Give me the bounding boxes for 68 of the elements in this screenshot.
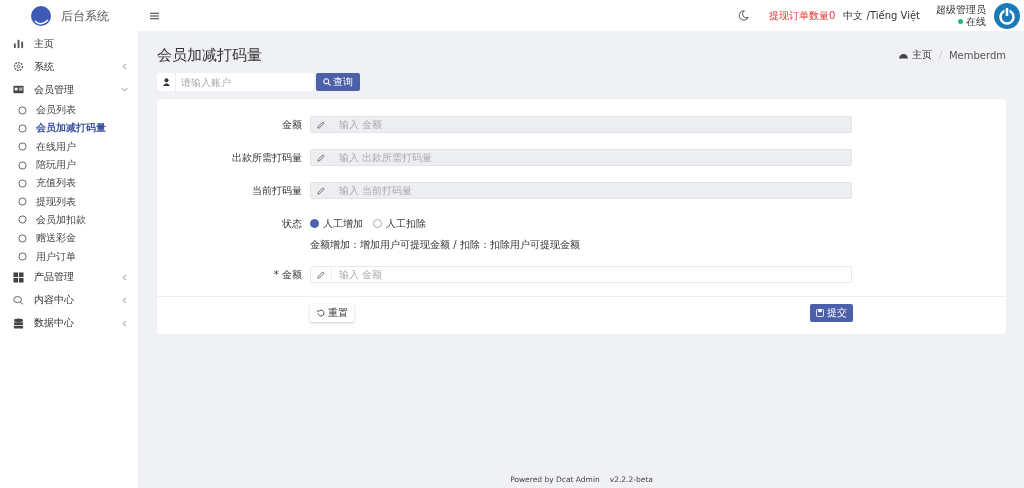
id-card-icon <box>13 84 24 95</box>
sidebar-subitem[interactable]: 提现列表 <box>0 192 138 211</box>
chevron-left-icon <box>121 296 128 304</box>
field-label: 出款所需打码量 <box>231 150 303 165</box>
search-button[interactable]: 查询 <box>316 73 360 91</box>
language-link[interactable]: 中文 /Tiếng Việt <box>843 8 920 23</box>
circle-icon <box>18 178 27 188</box>
submit-button[interactable]: 提交 <box>810 304 853 322</box>
reset-button[interactable]: 重置 <box>310 304 354 322</box>
circle-icon <box>18 252 27 261</box>
database-icon <box>13 317 24 329</box>
circle-icon <box>18 123 27 133</box>
field-label: 当前打码量 <box>251 183 303 198</box>
sidebar-item[interactable]: 数据中心 <box>0 311 138 335</box>
power-icon[interactable] <box>994 2 1020 29</box>
sidebar-subitem[interactable]: 会员加减打码量 <box>0 119 138 138</box>
breadcrumb-item: Memberdm <box>948 49 1006 61</box>
pencil-icon <box>316 270 325 279</box>
user-icon <box>162 78 170 86</box>
sidebar-item[interactable]: 系统 <box>0 55 138 78</box>
sidebar-item[interactable]: 会员管理 <box>0 78 138 101</box>
circle-icon <box>18 105 27 115</box>
account-search-field[interactable]: 请输入账户 <box>157 73 314 91</box>
help-text: 金额增加：增加用户可提现金额 / 扣除：扣除用户可提现金额 <box>310 238 581 252</box>
pencil-icon <box>316 153 325 162</box>
field-label: 金额 <box>281 117 303 132</box>
pencil-icon <box>316 186 325 195</box>
chevron-left-icon <box>121 273 128 281</box>
save-icon <box>816 309 824 317</box>
field-label: * 金额 <box>272 267 303 282</box>
circle-icon <box>18 160 27 170</box>
chevron-left-icon <box>121 319 128 327</box>
chevron-down-icon <box>121 86 128 93</box>
field-label: 状态 <box>281 216 303 231</box>
circle-icon <box>18 142 27 152</box>
gear-icon <box>13 61 24 72</box>
circle-icon <box>18 197 27 207</box>
brand-name: 后台系统 <box>60 7 109 25</box>
amount-field[interactable]: 输入 金额 <box>310 266 852 283</box>
pencil-icon <box>316 120 325 129</box>
sidebar-subitem[interactable]: 会员加扣款 <box>0 210 138 230</box>
sidebar-subitem[interactable]: 赠送彩金 <box>0 229 138 248</box>
sidebar-item[interactable]: 产品管理 <box>0 265 138 289</box>
logo-icon <box>29 5 52 27</box>
radio-option[interactable]: 人工增加 <box>310 216 363 231</box>
undo-icon <box>316 309 325 317</box>
sidebar-item[interactable]: 主页 <box>0 32 138 55</box>
circle-icon <box>18 233 27 243</box>
withdraw-orders-count[interactable]: 提现订单数量0 <box>769 8 836 23</box>
sidebar-subitem[interactable]: 充值列表 <box>0 174 138 193</box>
dashboard-icon <box>898 51 908 59</box>
chevron-left-icon <box>121 63 128 70</box>
sidebar-item[interactable]: 内容中心 <box>0 288 138 312</box>
menu-icon[interactable] <box>150 11 159 20</box>
sidebar-subitem[interactable]: 用户订单 <box>0 247 138 266</box>
sidebar-subitem[interactable]: 在线用户 <box>0 137 138 156</box>
circle-icon <box>18 215 27 225</box>
sidebar-subitem[interactable]: 会员列表 <box>0 101 138 120</box>
moon-icon[interactable] <box>738 10 749 21</box>
grid-icon <box>13 271 24 283</box>
chart-icon <box>13 38 24 49</box>
online-status: 在线 <box>958 15 986 28</box>
sidebar-subitem[interactable]: 陪玩用户 <box>0 155 138 175</box>
page-title: 会员加减打码量 <box>157 45 262 65</box>
user-name: 超级管理员 <box>936 3 986 16</box>
search-icon <box>323 78 331 86</box>
radio-option[interactable]: 人工扣除 <box>373 216 426 231</box>
breadcrumb-item[interactable]: 主页 <box>911 48 932 62</box>
